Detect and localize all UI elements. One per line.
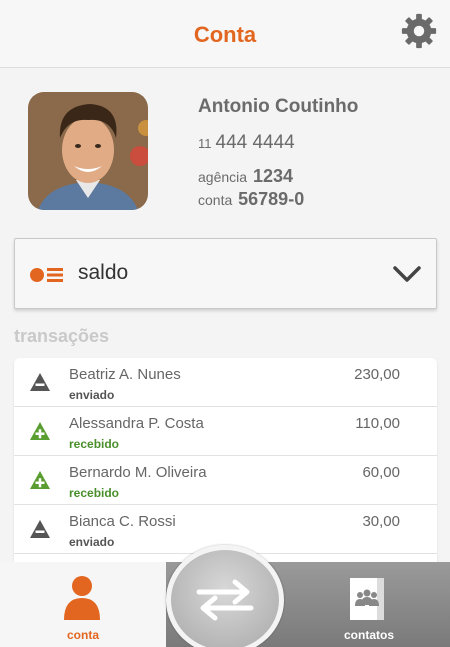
tab-conta[interactable]: conta <box>0 562 166 647</box>
page-title: Conta <box>193 22 257 47</box>
transaction-status: enviado <box>69 388 115 402</box>
transaction-row[interactable]: Alessandra P. Costa recebido 110,00 <box>14 407 437 456</box>
tab-conta-label: conta <box>66 628 99 642</box>
sent-minus-icon <box>30 520 50 538</box>
person-icon <box>64 576 100 620</box>
transaction-status: recebido <box>69 486 120 500</box>
phone-digits: 444 4444 <box>215 132 295 153</box>
tab-contatos-label: contatos <box>343 628 394 642</box>
transfer-arrows-icon <box>196 579 254 621</box>
transaction-name: Beatriz A. Nunes <box>69 366 181 383</box>
contacts-book-icon <box>350 578 384 620</box>
transaction-amount: 110,00 <box>355 415 400 432</box>
agencia-label: agência <box>198 169 248 185</box>
transaction-status: recebido <box>69 437 120 451</box>
view-selector-dropdown[interactable]: saldo <box>14 238 437 309</box>
transaction-row[interactable]: Bernardo M. Oliveira recebido 60,00 <box>14 456 437 505</box>
transaction-name: Bianca C. Rossi <box>69 513 176 530</box>
dropdown-selected-value: saldo <box>78 261 129 284</box>
transaction-amount: 30,00 <box>362 513 400 530</box>
transactions-list: Beatriz A. Nunes enviado 230,00 Alessand… <box>14 358 437 568</box>
app-header: Conta <box>0 0 450 68</box>
conta-info: conta 56789-0 <box>198 189 304 210</box>
transaction-status: enviado <box>69 535 115 549</box>
list-icon <box>30 268 63 282</box>
transaction-row[interactable]: Beatriz A. Nunes enviado 230,00 <box>14 358 437 407</box>
transaction-name: Bernardo M. Oliveira <box>69 464 207 481</box>
tab-contatos[interactable]: contatos <box>288 562 450 647</box>
agencia-info: agência 1234 <box>198 166 293 187</box>
account-holder-name: Antonio Coutinho <box>198 96 359 117</box>
avatar[interactable] <box>28 92 148 210</box>
chevron-down-icon[interactable] <box>392 263 422 285</box>
transaction-name: Alessandra P. Costa <box>69 415 204 432</box>
transaction-amount: 60,00 <box>362 464 400 481</box>
transfer-button[interactable] <box>166 545 284 647</box>
phone-number: 11 444 4444 <box>198 132 295 154</box>
phone-ddd: 11 <box>198 136 212 151</box>
agencia-value: 1234 <box>252 166 293 186</box>
conta-value: 56789-0 <box>238 189 305 209</box>
received-plus-icon <box>30 471 50 489</box>
conta-label: conta <box>198 192 233 208</box>
transactions-heading: transações <box>14 326 110 346</box>
gear-icon[interactable] <box>400 12 438 50</box>
profile-card: Antonio Coutinho 11 444 4444 agência 1234… <box>0 68 450 228</box>
sent-minus-icon <box>30 373 50 391</box>
received-plus-icon <box>30 422 50 440</box>
transaction-amount: 230,00 <box>354 366 400 383</box>
